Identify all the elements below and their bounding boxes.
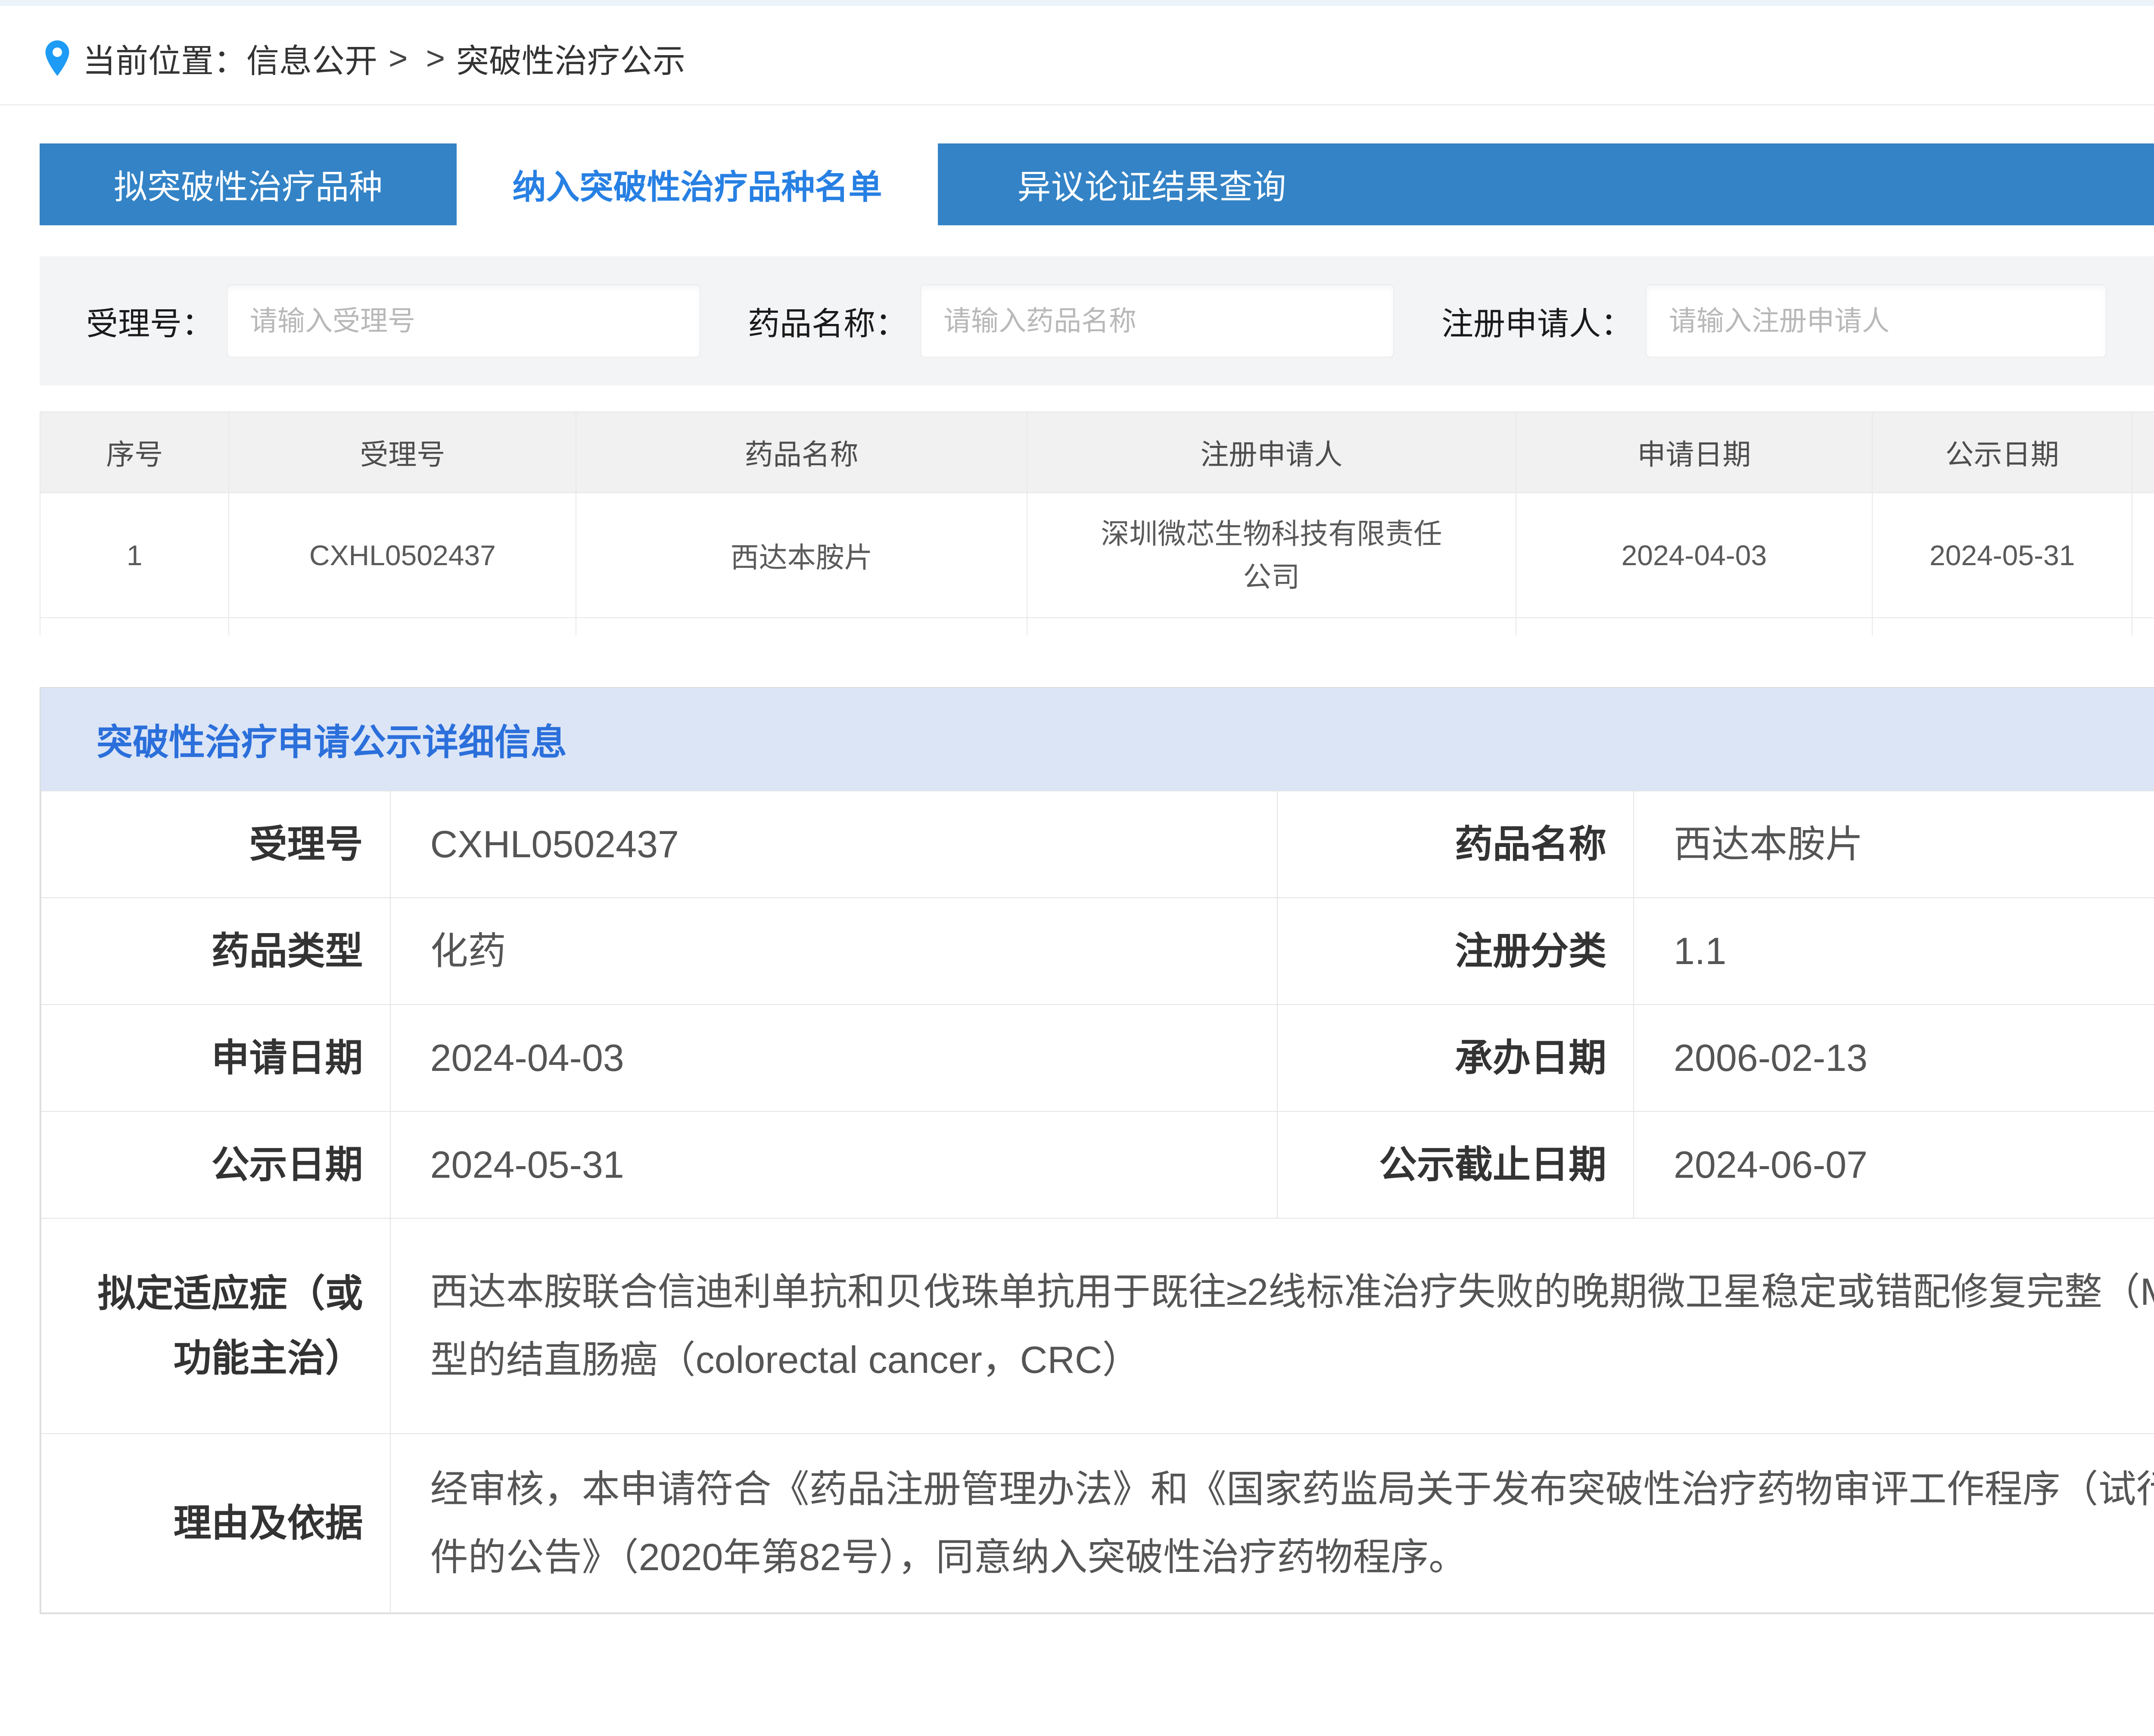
detail-indication-label: 拟定适应症（或功能主治）	[41, 1218, 390, 1434]
cell-index: 1	[40, 493, 229, 618]
detail-publicity-date-label: 公示日期	[41, 1111, 390, 1218]
detail-drug-type-value: 化药	[390, 898, 1277, 1005]
detail-panel-title: 突破性治疗申请公示详细信息	[40, 688, 2154, 790]
breadcrumb-divider	[0, 104, 2154, 106]
table-row-partial	[40, 618, 2154, 635]
detail-handle-date-label: 承办日期	[1277, 1005, 1634, 1111]
close-button-row: 关闭	[40, 1647, 2154, 1729]
detail-drug-type-label: 药品类型	[41, 898, 390, 1005]
detail-publicity-deadline-label: 公示截止日期	[1277, 1111, 1634, 1218]
breadcrumb-separator: > >	[389, 40, 445, 77]
detail-reason-label: 理由及依据	[41, 1434, 390, 1613]
detail-reason-value: 经审核，本申请符合《药品注册管理办法》和《国家药监局关于发布突破性治疗药物审评工…	[390, 1434, 2154, 1613]
tab-bar: 拟突破性治疗品种 纳入突破性治疗品种名单 异议论证结果查询	[40, 143, 2154, 225]
drug-name-label: 药品名称：	[748, 298, 907, 344]
detail-drug-name-value: 西达本胺片	[1634, 791, 2154, 898]
breadcrumb-link-info-disclosure[interactable]: 信息公开	[246, 34, 377, 82]
detail-handle-date-value: 2006-02-13	[1634, 1005, 2154, 1111]
detail-apply-date-label: 申请日期	[41, 1005, 390, 1111]
table-row[interactable]: 1 CXHL0502437 西达本胺片 深圳微芯生物科技有限责任公司 2024-…	[40, 493, 2154, 618]
table-header-row: 序号 受理号 药品名称 注册申请人 申请日期 公示日期 公示截止日期	[40, 412, 2154, 493]
col-header-index: 序号	[40, 412, 229, 493]
applicant-input[interactable]	[1646, 284, 2107, 358]
tab-bar-filler	[1366, 143, 2154, 225]
page-top-strip	[0, 0, 2154, 6]
detail-publicity-deadline-value: 2024-06-07	[1634, 1111, 2154, 1218]
cell-accept-no: CXHL0502437	[229, 493, 576, 618]
col-header-applicant: 注册申请人	[1027, 412, 1516, 493]
tab-proposed-breakthrough[interactable]: 拟突破性治疗品种	[40, 143, 457, 225]
cell-publicity-date: 2024-05-31	[1872, 493, 2132, 618]
col-header-publicity-date: 公示日期	[1872, 412, 2132, 493]
detail-apply-date-value: 2024-04-03	[390, 1005, 1277, 1111]
detail-reg-class-value: 1.1	[1634, 898, 2154, 1005]
col-header-drug-name: 药品名称	[576, 412, 1027, 493]
tab-objection-results[interactable]: 异议论证结果查询	[938, 143, 1366, 225]
results-table: 序号 受理号 药品名称 注册申请人 申请日期 公示日期 公示截止日期 1 CXH…	[40, 411, 2154, 635]
applicant-label: 注册申请人：	[1441, 298, 1633, 344]
accept-no-input[interactable]	[227, 284, 700, 358]
detail-indication-value: 西达本胺联合信迪利单抗和贝伐珠单抗用于既往≥2线标准治疗失败的晚期微卫星稳定或错…	[390, 1218, 2154, 1434]
cell-applicant: 深圳微芯生物科技有限责任公司	[1027, 493, 1516, 618]
breadcrumb: 当前位置： 信息公开 > > 突破性治疗公示	[0, 6, 2154, 104]
detail-drug-name-label: 药品名称	[1277, 791, 1634, 898]
location-pin-icon	[43, 39, 72, 77]
tab-included-breakthrough-list[interactable]: 纳入突破性治疗品种名单	[457, 143, 938, 225]
col-header-accept-no: 受理号	[229, 412, 576, 493]
search-bar: 受理号： 药品名称： 注册申请人： 查询	[40, 256, 2154, 386]
breadcrumb-label: 当前位置：	[83, 34, 246, 82]
col-header-apply-date: 申请日期	[1516, 412, 1873, 493]
detail-accept-no-value: CXHL0502437	[390, 791, 1277, 898]
drug-name-input[interactable]	[920, 284, 1394, 358]
cell-apply-date: 2024-04-03	[1516, 493, 1873, 618]
detail-accept-no-label: 受理号	[41, 791, 390, 898]
detail-panel: 突破性治疗申请公示详细信息 受理号 CXHL0502437 药品名称 西达本胺片…	[40, 687, 2154, 1614]
col-header-publicity-deadline: 公示截止日期	[2132, 412, 2154, 493]
detail-reg-class-label: 注册分类	[1277, 898, 1634, 1005]
detail-publicity-date-value: 2024-05-31	[390, 1111, 1277, 1218]
accept-no-label: 受理号：	[86, 298, 214, 344]
cell-drug-name: 西达本胺片	[576, 493, 1027, 618]
cell-publicity-deadline: 2024-06-07	[2132, 493, 2154, 618]
breadcrumb-current: 突破性治疗公示	[456, 34, 685, 82]
